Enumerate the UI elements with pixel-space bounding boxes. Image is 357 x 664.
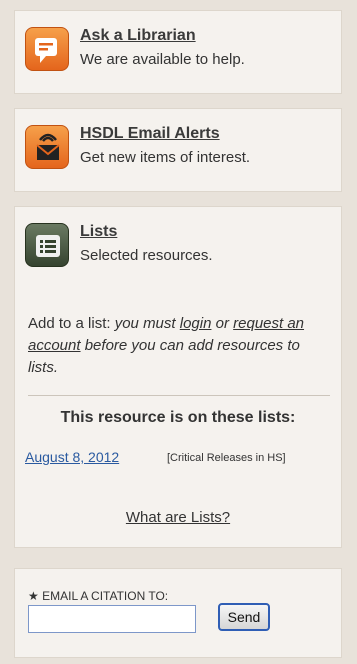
add-to-list-prefix: Add to a list: <box>28 315 111 332</box>
ask-librarian-panel: Ask a Librarian We are available to help… <box>14 10 342 94</box>
send-button[interactable]: Send <box>218 603 270 631</box>
email-alerts-subtitle: Get new items of interest. <box>80 149 251 166</box>
list-item-link[interactable]: August 8, 2012 <box>25 449 119 465</box>
must-text: you must <box>110 315 180 332</box>
email-citation-label: ★ EMAIL A CITATION TO: <box>28 589 168 603</box>
email-citation-label-text: EMAIL A CITATION TO: <box>42 589 169 603</box>
divider <box>28 395 330 396</box>
ask-librarian-link[interactable]: Ask a Librarian <box>80 27 196 45</box>
add-to-list-note: Add to a list: you must login or request… <box>28 313 334 379</box>
chat-bubble-icon[interactable] <box>25 27 69 71</box>
email-input[interactable] <box>28 605 196 633</box>
on-lists-heading: This resource is on these lists: <box>60 409 296 426</box>
lists-subtitle: Selected resources. <box>80 247 213 264</box>
login-link[interactable]: login <box>180 315 212 332</box>
email-citation-panel: ★ EMAIL A CITATION TO: Send <box>14 568 342 658</box>
star-icon: ★ <box>28 589 39 603</box>
or-text: or <box>211 315 234 332</box>
ask-librarian-subtitle: We are available to help. <box>80 51 245 68</box>
email-alert-icon[interactable] <box>25 125 69 169</box>
list-icon[interactable] <box>25 223 69 267</box>
what-are-lists-link[interactable]: What are Lists? <box>15 509 341 526</box>
email-alerts-panel: HSDL Email Alerts Get new items of inter… <box>14 108 342 192</box>
lists-panel: Lists Selected resources. Add to a list:… <box>14 206 342 548</box>
email-alerts-link[interactable]: HSDL Email Alerts <box>80 125 220 143</box>
lists-link[interactable]: Lists <box>80 223 117 241</box>
list-item-tag: [Critical Releases in HS] <box>167 452 286 464</box>
